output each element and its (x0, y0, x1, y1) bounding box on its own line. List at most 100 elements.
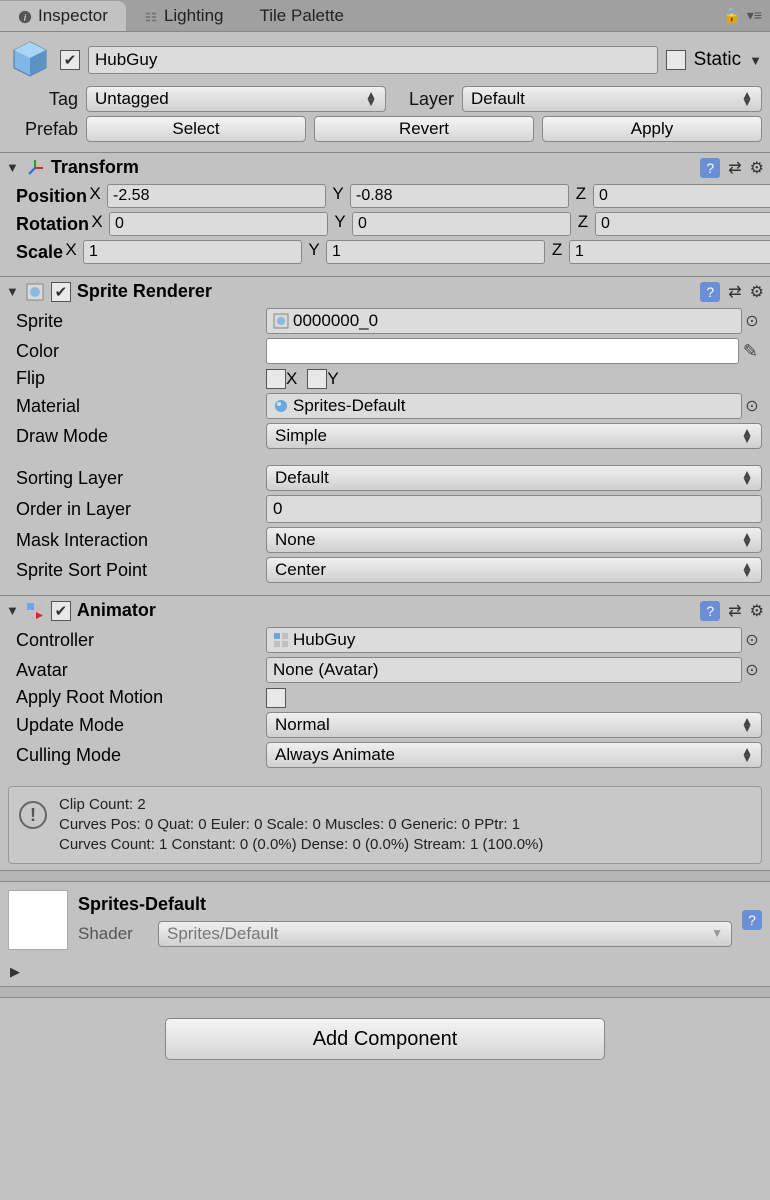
scale-label: Scale (8, 242, 63, 263)
scale-z[interactable] (569, 240, 770, 264)
tab-lighting[interactable]: Lighting (126, 1, 242, 31)
preset-icon[interactable]: ⇄ (728, 158, 741, 178)
tab-label: Tile Palette (260, 6, 344, 26)
animator-header: ▼ Animator ? ⇄ ⚙ (0, 595, 770, 625)
tag-dropdown[interactable]: Untagged▲▼ (86, 86, 386, 112)
lighting-icon (144, 9, 158, 23)
material-fold-icon[interactable]: ▶ (0, 958, 770, 986)
prefab-select-button[interactable]: Select (86, 116, 306, 142)
component-enabled-checkbox[interactable] (51, 282, 71, 302)
help-icon[interactable]: ? (700, 282, 720, 302)
object-picker-icon[interactable]: ⊙ (742, 630, 762, 650)
sprite-field[interactable]: 0000000_0 (266, 308, 742, 334)
panel-menu-icon[interactable]: ▾≡ (747, 7, 762, 24)
flip-x-checkbox[interactable] (266, 369, 286, 389)
avatar-label: Avatar (8, 660, 266, 681)
object-picker-icon[interactable]: ⊙ (742, 396, 762, 416)
position-y[interactable] (350, 184, 569, 208)
active-checkbox[interactable] (60, 50, 80, 70)
object-picker-icon[interactable]: ⊙ (742, 660, 762, 680)
layer-label: Layer (394, 89, 454, 110)
animator-info-box: ! Clip Count: 2 Curves Pos: 0 Quat: 0 Eu… (8, 786, 762, 864)
gameobject-header: Static ▼ Tag Untagged▲▼ Layer Default▲▼ … (0, 32, 770, 152)
updatemode-label: Update Mode (8, 715, 266, 736)
help-icon[interactable]: ? (700, 601, 720, 621)
fold-icon[interactable]: ▼ (6, 284, 19, 299)
shader-label: Shader (78, 924, 148, 944)
controller-field[interactable]: HubGuy (266, 627, 742, 653)
mask-label: Mask Interaction (8, 530, 266, 551)
avatar-field[interactable]: None (Avatar) (266, 657, 742, 683)
sortpoint-label: Sprite Sort Point (8, 560, 266, 581)
lock-icon[interactable]: 🔒 (723, 7, 740, 24)
tab-label: Lighting (164, 6, 224, 26)
position-z[interactable] (593, 184, 770, 208)
preset-icon[interactable]: ⇄ (728, 601, 741, 621)
preset-icon[interactable]: ⇄ (728, 282, 741, 302)
rotation-x[interactable] (109, 212, 328, 236)
order-label: Order in Layer (8, 499, 266, 520)
material-name: Sprites-Default (78, 894, 732, 915)
rootmotion-checkbox[interactable] (266, 688, 286, 708)
info-icon: i (18, 9, 32, 23)
prefab-revert-button[interactable]: Revert (314, 116, 534, 142)
help-icon[interactable]: ? (742, 910, 762, 930)
sortlayer-dropdown[interactable]: Default▲▼ (266, 465, 762, 491)
updatemode-dropdown[interactable]: Normal▲▼ (266, 712, 762, 738)
tab-bar: i Inspector Lighting Tile Palette 🔒 ▾≡ (0, 0, 770, 32)
sortpoint-dropdown[interactable]: Center▲▼ (266, 557, 762, 583)
rotation-y[interactable] (352, 212, 571, 236)
controller-asset-icon (273, 632, 289, 648)
material-label: Material (8, 396, 266, 417)
object-picker-icon[interactable]: ⊙ (742, 311, 762, 331)
order-input[interactable] (266, 495, 762, 523)
scale-y[interactable] (326, 240, 545, 264)
gear-icon[interactable]: ⚙ (750, 158, 764, 178)
flip-y-checkbox[interactable] (307, 369, 327, 389)
static-dropdown-icon[interactable]: ▼ (749, 53, 762, 68)
sprite-asset-icon (273, 313, 289, 329)
component-title: Sprite Renderer (77, 281, 212, 302)
tab-tilepalette[interactable]: Tile Palette (242, 1, 362, 31)
position-label: Position (8, 186, 87, 207)
name-input[interactable] (88, 46, 658, 74)
rootmotion-label: Apply Root Motion (8, 687, 266, 708)
mask-dropdown[interactable]: None▲▼ (266, 527, 762, 553)
static-checkbox[interactable] (666, 50, 686, 70)
scale-x[interactable] (83, 240, 302, 264)
material-preview (8, 890, 68, 950)
info-icon: ! (19, 801, 47, 829)
drawmode-label: Draw Mode (8, 426, 266, 447)
controller-label: Controller (8, 630, 266, 651)
transform-icon (25, 158, 45, 178)
rotation-z[interactable] (595, 212, 770, 236)
fold-icon[interactable]: ▼ (6, 603, 19, 618)
color-field[interactable] (266, 338, 739, 364)
layer-dropdown[interactable]: Default▲▼ (462, 86, 762, 112)
component-title: Transform (51, 157, 139, 178)
sprite-renderer-header: ▼ Sprite Renderer ? ⇄ ⚙ (0, 276, 770, 306)
prefab-label: Prefab (8, 119, 78, 140)
help-icon[interactable]: ? (700, 158, 720, 178)
tab-inspector[interactable]: i Inspector (0, 1, 126, 31)
color-label: Color (8, 341, 266, 362)
material-header: Sprites-Default Shader Sprites/Default▼ … (0, 882, 770, 958)
transform-header: ▼ Transform ? ⇄ ⚙ (0, 152, 770, 182)
add-component-button[interactable]: Add Component (165, 1018, 605, 1060)
animator-icon (25, 601, 45, 621)
gear-icon[interactable]: ⚙ (750, 601, 764, 621)
eyedropper-icon[interactable]: ✎ (739, 341, 762, 362)
prefab-apply-button[interactable]: Apply (542, 116, 762, 142)
component-enabled-checkbox[interactable] (51, 601, 71, 621)
position-x[interactable] (107, 184, 326, 208)
material-asset-icon (273, 398, 289, 414)
fold-icon[interactable]: ▼ (6, 160, 19, 175)
sprite-renderer-icon (25, 282, 45, 302)
gear-icon[interactable]: ⚙ (750, 282, 764, 302)
drawmode-dropdown[interactable]: Simple▲▼ (266, 423, 762, 449)
shader-dropdown[interactable]: Sprites/Default▼ (158, 921, 732, 947)
material-field[interactable]: Sprites-Default (266, 393, 742, 419)
sortlayer-label: Sorting Layer (8, 468, 266, 489)
cullingmode-dropdown[interactable]: Always Animate▲▼ (266, 742, 762, 768)
static-label: Static (694, 49, 742, 71)
